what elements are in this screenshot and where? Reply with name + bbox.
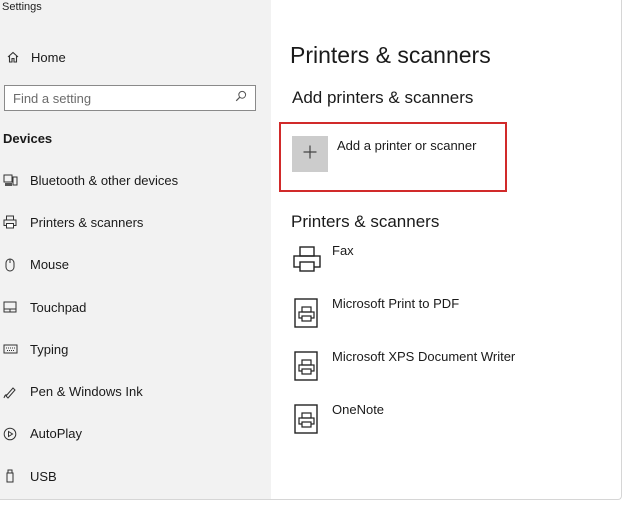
search-icon[interactable] <box>235 89 247 107</box>
sidebar-item-label: Typing <box>30 341 69 357</box>
printer-icon <box>1 215 19 229</box>
settings-window: Settings Home Devices Bluetooth & other … <box>0 0 622 500</box>
sidebar-item-label: Touchpad <box>30 299 87 315</box>
main-content: Printers & scanners Add printers & scann… <box>271 0 621 499</box>
app-title: Settings <box>2 1 42 13</box>
fax-icon <box>292 244 322 276</box>
add-printer-button[interactable] <box>292 136 328 172</box>
document-printer-icon <box>292 297 322 329</box>
section-label-devices: Devices <box>3 131 53 146</box>
list-item[interactable]: Fax <box>292 239 612 292</box>
keyboard-icon <box>1 344 19 354</box>
sidebar-item-label: AutoPlay <box>30 426 83 442</box>
bluetooth-devices-icon <box>1 174 19 187</box>
list-item[interactable]: OneNote <box>292 398 612 451</box>
sidebar-item-typing[interactable]: Typing <box>0 328 271 370</box>
document-printer-icon <box>292 350 322 382</box>
printer-name: Microsoft XPS Document Writer <box>332 349 516 364</box>
sidebar-item-label: Printers & scanners <box>30 214 144 230</box>
devices-nav-list: Bluetooth & other devices Printers & sca… <box>0 159 271 497</box>
sidebar: Settings Home Devices Bluetooth & other … <box>0 0 271 499</box>
pen-icon <box>1 385 19 399</box>
nav-home[interactable]: Home <box>0 44 271 70</box>
sidebar-item-touchpad[interactable]: Touchpad <box>0 286 271 328</box>
mouse-icon <box>1 258 19 272</box>
plus-icon <box>303 145 317 164</box>
printers-list: Fax Microsoft Print to PDF Microsoft XPS… <box>292 239 612 451</box>
printer-name: Microsoft Print to PDF <box>332 296 460 311</box>
page-title: Printers & scanners <box>290 42 491 68</box>
printer-name: OneNote <box>332 402 385 417</box>
search-input[interactable] <box>13 90 213 106</box>
sidebar-item-label: Mouse <box>30 257 70 273</box>
home-icon <box>2 50 24 64</box>
list-item[interactable]: Microsoft Print to PDF <box>292 292 612 345</box>
sidebar-item-pen[interactable]: Pen & Windows Ink <box>0 370 271 412</box>
printers-list-title: Printers & scanners <box>291 212 440 231</box>
usb-icon <box>1 469 19 483</box>
sidebar-item-autoplay[interactable]: AutoPlay <box>0 413 271 455</box>
sidebar-item-label: Bluetooth & other devices <box>30 172 179 188</box>
sidebar-item-mouse[interactable]: Mouse <box>0 244 271 286</box>
document-printer-icon <box>292 403 322 435</box>
list-item[interactable]: Microsoft XPS Document Writer <box>292 345 612 398</box>
sidebar-item-label: USB <box>30 468 57 484</box>
touchpad-icon <box>1 301 19 313</box>
sidebar-item-usb[interactable]: USB <box>0 455 271 497</box>
sidebar-item-bluetooth[interactable]: Bluetooth & other devices <box>0 159 271 201</box>
add-printer-highlight: Add a printer or scanner <box>279 122 507 192</box>
printer-name: Fax <box>332 243 354 258</box>
sidebar-item-label: Pen & Windows Ink <box>30 384 143 400</box>
add-section-title: Add printers & scanners <box>292 88 474 107</box>
search-box[interactable] <box>4 85 256 111</box>
add-printer-label[interactable]: Add a printer or scanner <box>337 138 476 153</box>
autoplay-icon <box>1 427 19 441</box>
nav-home-label: Home <box>31 49 66 65</box>
sidebar-item-printers[interactable]: Printers & scanners <box>0 201 271 243</box>
